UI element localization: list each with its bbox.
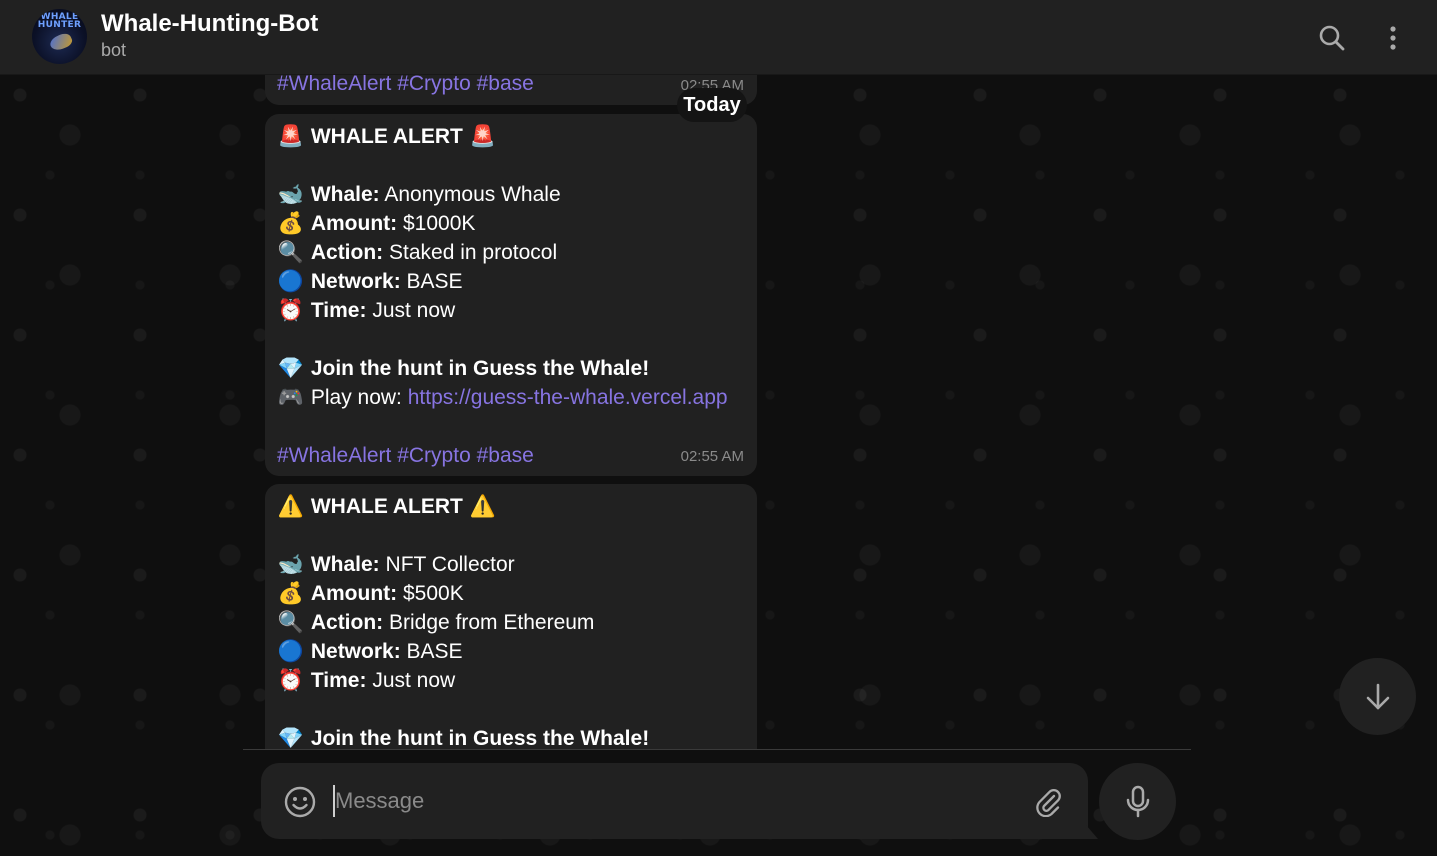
play-link[interactable]: https://guess-the-whale.vercel.app [408, 386, 728, 409]
search-button[interactable] [1312, 18, 1352, 58]
whale-line: 🐋 Whale: NFT Collector [277, 550, 745, 579]
join-text: Join the hunt in Guess the Whale! [310, 727, 650, 750]
whale-icon: 🐋 [277, 182, 305, 206]
search-icon [1319, 25, 1345, 51]
action-value: Staked in protocol [383, 241, 558, 264]
play-label: Play now: [310, 386, 408, 409]
chat-header: WHALE HUNTER Whale-Hunting-Bot bot [0, 0, 1437, 75]
whale-label: Whale: [310, 553, 380, 576]
diamond-icon: 💎 [277, 356, 305, 380]
paperclip-icon [1036, 789, 1061, 817]
network-label: Network: [310, 640, 401, 663]
blue-circle-icon: 🔵 [277, 269, 305, 293]
join-line: 💎 Join the hunt in Guess the Whale! [277, 354, 745, 383]
chat-status: bot [101, 40, 127, 60]
action-label: Action: [310, 241, 384, 264]
whale-line: 🐋 Whale: Anonymous Whale [277, 180, 745, 209]
chat-title: Whale-Hunting-Bot [101, 10, 319, 37]
whale-logo-icon [48, 31, 74, 53]
amount-label: Amount: [310, 212, 398, 235]
microphone-icon [1126, 785, 1149, 817]
amount-line: 💰 Amount: $500K [277, 579, 745, 608]
message-input[interactable] [333, 785, 1013, 817]
join-line: 💎 Join the hunt in Guess the Whale! [277, 724, 745, 750]
siren-icon: 🚨 [469, 124, 496, 148]
time-value: Just now [366, 299, 456, 322]
time-label: Time: [310, 669, 367, 692]
play-line: 🎮 Play now: https://guess-the-whale.verc… [277, 383, 745, 412]
date-pill: Today [677, 88, 747, 122]
arrow-down-icon [1366, 683, 1389, 709]
time-label: Time: [310, 299, 367, 322]
action-line: 🔍 Action: Staked in protocol [277, 238, 745, 267]
time-line: ⏰ Time: Just now [277, 666, 745, 695]
more-vertical-icon [1390, 26, 1396, 50]
network-label: Network: [310, 270, 401, 293]
network-line: 🔵 Network: BASE [277, 637, 745, 666]
whale-value: NFT Collector [379, 553, 515, 576]
avatar[interactable]: WHALE HUNTER [32, 9, 87, 64]
action-line: 🔍 Action: Bridge from Ethereum [277, 608, 745, 637]
action-label: Action: [310, 611, 384, 634]
message-bubble[interactable]: 🚨 WHALE ALERT 🚨 🐋 Whale: Anonymous Whale… [265, 114, 757, 476]
alert-title-line: ⚠️ WHALE ALERT ⚠️ [277, 492, 745, 521]
smile-icon [284, 786, 316, 818]
alarm-clock-icon: ⏰ [277, 298, 305, 322]
message-hashtags[interactable]: #WhaleAlert #Crypto #base [277, 441, 745, 470]
diamond-icon: 💎 [277, 726, 305, 750]
amount-value: $1000K [397, 212, 476, 235]
voice-record-button[interactable] [1099, 763, 1176, 840]
amount-value: $500K [397, 582, 464, 605]
amount-label: Amount: [310, 582, 398, 605]
network-value: BASE [400, 640, 463, 663]
action-value: Bridge from Ethereum [383, 611, 595, 634]
alarm-clock-icon: ⏰ [277, 668, 305, 692]
alert-title-line: 🚨 WHALE ALERT 🚨 [277, 122, 745, 151]
message-bubble[interactable]: ⚠️ WHALE ALERT ⚠️ 🐋 Whale: NFT Collector… [265, 484, 757, 750]
chat-title-block[interactable]: Whale-Hunting-Bot bot [101, 10, 318, 62]
warning-icon: ⚠️ [277, 494, 305, 518]
alert-title: WHALE ALERT [310, 495, 463, 518]
blue-circle-icon: 🔵 [277, 639, 305, 663]
amount-line: 💰 Amount: $1000K [277, 209, 745, 238]
join-text: Join the hunt in Guess the Whale! [310, 357, 650, 380]
gamepad-icon: 🎮 [277, 385, 305, 409]
time-line: ⏰ Time: Just now [277, 296, 745, 325]
alert-title: WHALE ALERT [310, 125, 463, 148]
message-time: 02:55 AM [680, 448, 744, 465]
message-hashtags[interactable]: #WhaleAlert #Crypto #base [277, 75, 745, 98]
money-bag-icon: 💰 [277, 581, 305, 605]
whale-icon: 🐋 [277, 552, 305, 576]
scroll-to-bottom-button[interactable] [1339, 658, 1416, 735]
whale-label: Whale: [310, 183, 380, 206]
avatar-logo-text: WHALE HUNTER [37, 12, 82, 30]
time-value: Just now [366, 669, 456, 692]
siren-icon: 🚨 [277, 124, 305, 148]
message-list[interactable]: #WhaleAlert #Crypto #base 02:55 AM 🚨 WHA… [265, 75, 757, 750]
attach-button[interactable] [1029, 783, 1067, 821]
emoji-button[interactable] [281, 783, 319, 821]
magnifier-icon: 🔍 [277, 240, 305, 264]
network-line: 🔵 Network: BASE [277, 267, 745, 296]
warning-icon: ⚠️ [469, 494, 496, 518]
money-bag-icon: 💰 [277, 211, 305, 235]
message-composer [261, 763, 1088, 839]
whale-value: Anonymous Whale [379, 183, 561, 206]
network-value: BASE [400, 270, 463, 293]
more-menu-button[interactable] [1373, 18, 1413, 58]
magnifier-icon: 🔍 [277, 610, 305, 634]
composer-divider [243, 749, 1191, 750]
